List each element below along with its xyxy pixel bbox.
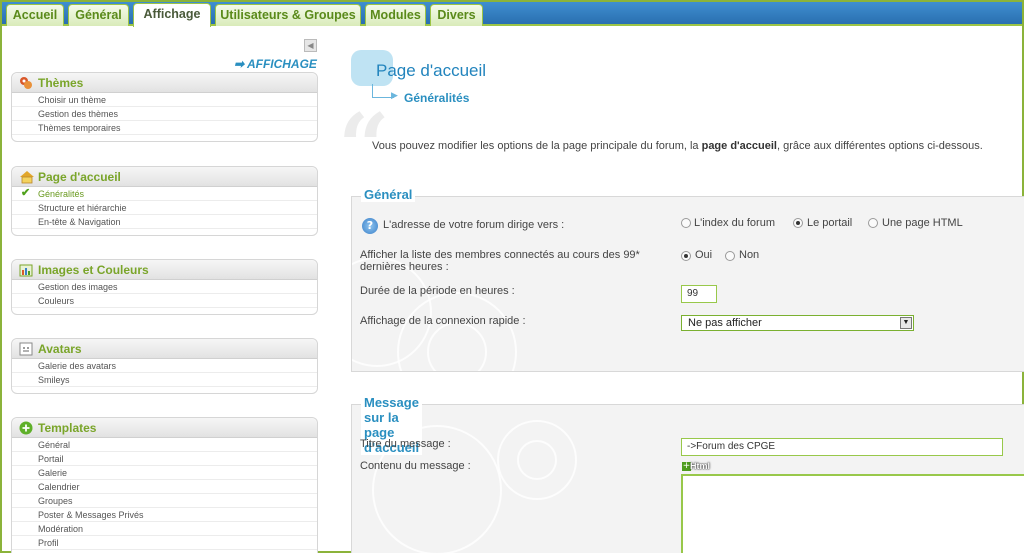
sidebar-item-generalites-label: Généralités	[38, 189, 85, 199]
panel-avatars: Avatars Galerie des avatars Smileys	[11, 338, 318, 394]
panel-header-themes[interactable]: Thèmes	[12, 73, 317, 93]
sidebar-item-template-poster[interactable]: Poster & Messages Privés	[12, 508, 317, 522]
radio-oui-label: Oui	[695, 249, 713, 261]
homepage-icon	[19, 170, 34, 184]
message-title-input[interactable]: ->Forum des CPGE	[681, 438, 1003, 456]
message-content-label: Contenu du message :	[360, 460, 471, 472]
sidebar-item-template-profil[interactable]: Profil	[12, 536, 317, 550]
sidebar-item-template-galerie[interactable]: Galerie	[12, 466, 317, 480]
intro-text-bold: page d'accueil	[701, 140, 777, 152]
tab-accueil[interactable]: Accueil	[6, 4, 64, 26]
period-input[interactable]: 99	[681, 285, 717, 303]
intro-text: Vous pouvez modifier les options de la p…	[372, 140, 983, 152]
radio-non-label: Non	[739, 249, 760, 261]
radio-portail-label: Le portail	[807, 217, 853, 229]
avatar-icon	[19, 342, 33, 356]
panel-title-images-couleurs: Images et Couleurs	[38, 262, 149, 277]
radio-page-html[interactable]	[868, 218, 878, 228]
radio-index-forum[interactable]	[681, 218, 691, 228]
sidebar-item-structure-hierarchie[interactable]: Structure et hiérarchie	[12, 201, 317, 215]
top-tab-bar: Accueil Général Affichage Utilisateurs &…	[2, 2, 1022, 27]
panel-title-templates: Templates	[38, 420, 97, 435]
panel-header-images-couleurs[interactable]: Images et Couleurs	[12, 260, 317, 280]
sidebar-item-galerie-avatars[interactable]: Galerie des avatars	[12, 359, 317, 373]
checkmark-icon: ✔	[21, 187, 31, 199]
sidebar-item-generalites[interactable]: ✔ Généralités	[12, 187, 317, 201]
tab-affichage[interactable]: Affichage	[133, 3, 211, 27]
radio-portail[interactable]	[793, 218, 803, 228]
radio-index-forum-label: L'index du forum	[694, 217, 775, 229]
collapse-sidebar-button[interactable]: ◀	[304, 39, 317, 52]
intro-text-prefix: Vous pouvez modifier les options de la p…	[372, 140, 702, 152]
sidebar-item-template-moderation[interactable]: Modération	[12, 522, 317, 536]
html-toggle-button[interactable]: Html	[690, 461, 710, 471]
tab-divers[interactable]: Divers	[430, 4, 483, 26]
sidebar-item-template-groupes[interactable]: Groupes	[12, 494, 317, 508]
message-content-textarea[interactable]	[681, 474, 1024, 553]
general-legend: Général	[361, 187, 416, 202]
tab-modules[interactable]: Modules	[365, 4, 426, 26]
panel-themes: Thèmes Choisir un thème Gestion des thèm…	[11, 72, 318, 142]
tab-utilisateurs-groupes[interactable]: Utilisateurs & Groupes	[215, 4, 361, 26]
sidebar-item-smileys[interactable]: Smileys	[12, 373, 317, 387]
sidebar-item-entete-navigation[interactable]: En-tête & Navigation	[12, 215, 317, 229]
sidebar-item-gestion-images[interactable]: Gestion des images	[12, 280, 317, 294]
radio-oui[interactable]	[681, 251, 691, 261]
panel-title-avatars: Avatars	[38, 341, 82, 356]
quick-login-select[interactable]: Ne pas afficher ▼	[681, 315, 914, 331]
intro-text-suffix: , grâce aux différentes options ci-desso…	[776, 140, 983, 152]
panel-images-couleurs: Images et Couleurs Gestion des images Co…	[11, 259, 318, 315]
sidebar-item-template-calendrier[interactable]: Calendrier	[12, 480, 317, 494]
breadcrumb-arrow-icon: ▶	[391, 91, 398, 101]
quick-login-label: Affichage de la connexion rapide :	[360, 315, 526, 327]
panel-title-themes: Thèmes	[38, 75, 84, 90]
sidebar-item-template-portail[interactable]: Portail	[12, 452, 317, 466]
period-label: Durée de la période en heures :	[360, 285, 515, 297]
panel-header-templates[interactable]: Templates	[12, 418, 317, 438]
breadcrumb: Généralités	[404, 91, 470, 105]
images-icon	[19, 263, 33, 277]
forum-address-label: L'adresse de votre forum dirige vers :	[383, 219, 565, 231]
quick-login-select-value: Ne pas afficher	[688, 317, 762, 329]
sidebar-item-template-general[interactable]: Général	[12, 438, 317, 452]
radio-non[interactable]	[725, 251, 735, 261]
panel-header-page-accueil[interactable]: Page d'accueil	[12, 167, 317, 187]
tab-general[interactable]: Général	[68, 4, 129, 26]
templates-icon	[19, 421, 33, 435]
panel-header-avatars[interactable]: Avatars	[12, 339, 317, 359]
show-members-label-line2: dernières heures :	[360, 261, 449, 273]
sidebar-item-choisir-theme[interactable]: Choisir un thème	[12, 93, 317, 107]
sidebar-heading: ➡ AFFICHAGE	[234, 57, 317, 71]
sidebar-item-couleurs[interactable]: Couleurs	[12, 294, 317, 308]
sidebar-item-gestion-themes[interactable]: Gestion des thèmes	[12, 107, 317, 121]
radio-page-html-label: Une page HTML	[882, 217, 963, 229]
panel-templates: Templates Général Portail Galerie Calend…	[11, 417, 318, 553]
page-title: Page d'accueil	[376, 61, 487, 80]
panel-title-page-accueil: Page d'accueil	[38, 169, 121, 184]
themes-icon	[19, 76, 33, 90]
sidebar-item-themes-temporaires[interactable]: Thèmes temporaires	[12, 121, 317, 135]
panel-page-accueil: Page d'accueil ✔ Généralités Structure e…	[11, 166, 318, 236]
chevron-down-icon: ▼	[900, 317, 912, 329]
message-title-label: Titre du message :	[360, 438, 451, 450]
help-icon[interactable]: ?	[362, 218, 378, 234]
